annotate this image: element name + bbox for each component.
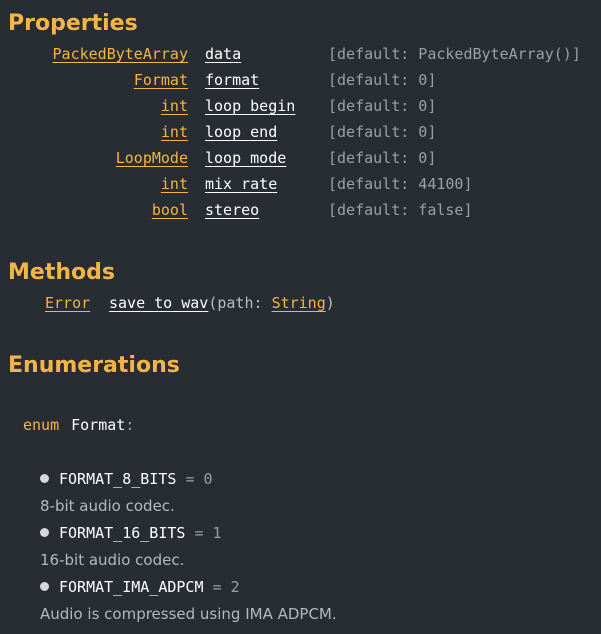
enum-constant: FORMAT_IMA_ADPCM = 2	[40, 577, 240, 597]
bullet-icon	[40, 582, 49, 591]
method-params-open: (path:	[208, 294, 272, 312]
property-default: [default: 0]	[328, 149, 437, 167]
section-title-properties: Properties	[8, 11, 138, 36]
property-name-link[interactable]: data	[205, 44, 241, 64]
property-type-link[interactable]: PackedByteArray	[53, 44, 188, 64]
property-name-link[interactable]: format	[205, 70, 259, 90]
enum-constant-name: FORMAT_IMA_ADPCM	[59, 578, 204, 596]
property-row: int loop_begin [default: 0]	[0, 96, 601, 116]
section-title-enumerations: Enumerations	[8, 353, 180, 378]
param-type-link[interactable]: String	[272, 294, 326, 312]
method-params-close: )	[325, 294, 335, 312]
enum-constant-description: 8-bit audio codec.	[40, 497, 175, 515]
property-row: Format format [default: 0]	[0, 70, 601, 90]
enum-constant-name: FORMAT_8_BITS	[59, 470, 177, 488]
property-type-link[interactable]: Format	[134, 70, 188, 90]
method-signature: save_to_wav(path: String)	[109, 293, 335, 313]
enum-constant-description: 16-bit audio codec.	[40, 551, 185, 569]
property-row: LoopMode loop_mode [default: 0]	[0, 148, 601, 168]
property-default: [default: 44100]	[328, 175, 473, 193]
property-row: int loop_end [default: 0]	[0, 122, 601, 142]
enum-constant: FORMAT_16_BITS = 1	[40, 523, 222, 543]
enum-keyword: enum	[23, 416, 60, 434]
property-default: [default: 0]	[328, 97, 437, 115]
property-row: int mix_rate [default: 44100]	[0, 174, 601, 194]
method-return-type-link[interactable]: Error	[45, 293, 90, 313]
property-type-link[interactable]: LoopMode	[116, 148, 188, 168]
property-type-link[interactable]: bool	[152, 200, 188, 220]
property-name-link[interactable]: stereo	[205, 200, 259, 220]
property-default: [default: false]	[328, 201, 473, 219]
property-row: bool stereo [default: false]	[0, 200, 601, 220]
property-type-link[interactable]: int	[161, 174, 188, 194]
method-name-link[interactable]: save_to_wav	[109, 294, 208, 312]
property-default: [default: 0]	[328, 123, 437, 141]
property-name-link[interactable]: loop_begin	[205, 96, 295, 116]
enum-colon: :	[125, 416, 135, 434]
property-name-link[interactable]: loop_mode	[205, 148, 286, 168]
enum-constant-value: = 0	[185, 470, 213, 488]
property-name-link[interactable]: mix_rate	[205, 174, 277, 194]
property-row: PackedByteArray data [default: PackedByt…	[0, 44, 601, 64]
bullet-icon	[40, 528, 49, 537]
property-default: [default: 0]	[328, 71, 437, 89]
enum-constant-name: FORMAT_16_BITS	[59, 524, 186, 542]
enum-declaration: enum Format:	[23, 415, 134, 435]
enum-name: Format	[71, 416, 126, 434]
enum-constant-value: = 1	[194, 524, 222, 542]
property-type-link[interactable]: int	[161, 96, 188, 116]
property-type-link[interactable]: int	[161, 122, 188, 142]
method-row: Error save_to_wav(path: String)	[0, 293, 601, 313]
property-default: [default: PackedByteArray()]	[328, 45, 581, 63]
section-title-methods: Methods	[8, 260, 115, 285]
enum-constant: FORMAT_8_BITS = 0	[40, 469, 213, 489]
property-name-link[interactable]: loop_end	[205, 122, 277, 142]
enum-constant-value: = 2	[212, 578, 240, 596]
bullet-icon	[40, 474, 49, 483]
enum-constant-description: Audio is compressed using IMA ADPCM.	[40, 605, 337, 623]
